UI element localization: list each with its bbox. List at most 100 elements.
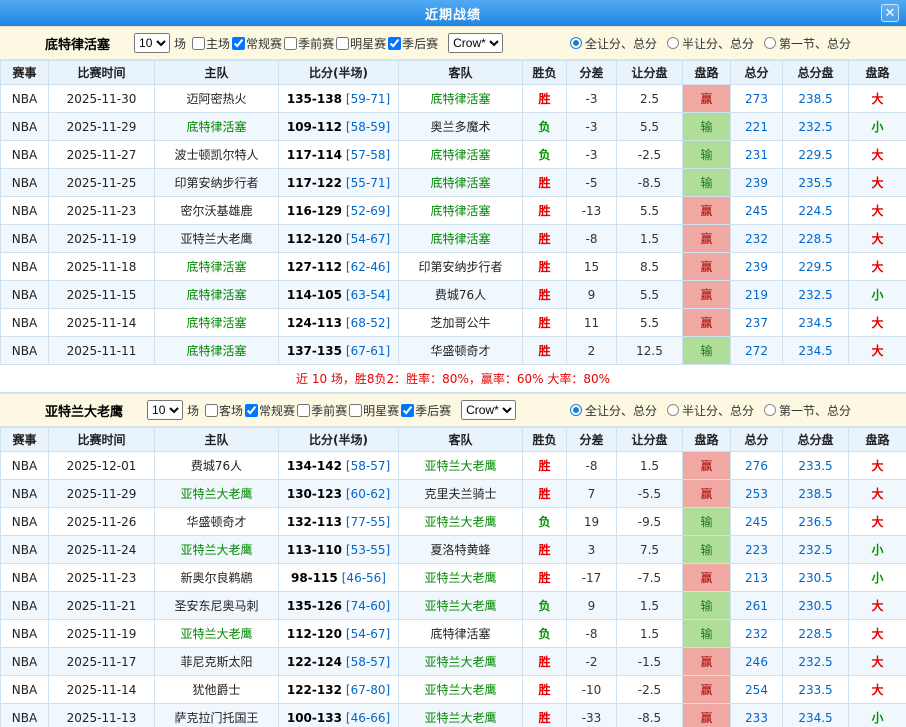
- final-score: 124-113: [287, 316, 342, 330]
- score-cell: 122-132[67-80]: [279, 676, 399, 704]
- total-points-cell: 232: [731, 620, 783, 648]
- filter-away[interactable]: 客场: [205, 402, 243, 419]
- over-under-cell: 大: [849, 169, 906, 197]
- filter-allstar[interactable]: 明星赛: [349, 402, 399, 419]
- games-count-select[interactable]: 10: [134, 33, 170, 53]
- filter-playoffs[interactable]: 季后赛: [401, 402, 451, 419]
- half-score: [74-60]: [346, 599, 390, 613]
- col-diff: 分差: [567, 428, 617, 452]
- handicap-result-cell: 赢: [683, 452, 731, 480]
- handicap-result-cell: 输: [683, 592, 731, 620]
- radio-full-handicap-total[interactable]: 全让分、总分: [570, 402, 657, 419]
- final-score: 112-120: [287, 232, 342, 246]
- handicap-line-cell: 5.5: [617, 309, 683, 337]
- final-score: 116-129: [287, 204, 342, 218]
- team-section-pistons: 底特律活塞 10 场 主场 常规赛 季前赛 明星赛: [0, 26, 906, 393]
- game-row: NBA2025-11-24亚特兰大老鹰113-110[53-55]夏洛特黄蜂胜3…: [1, 536, 906, 564]
- col-total: 总分: [731, 61, 783, 85]
- handicap-line-cell: -7.5: [617, 564, 683, 592]
- date-cell: 2025-11-29: [49, 480, 155, 508]
- checkbox-label: 常规赛: [259, 402, 295, 419]
- half-score: [46-66]: [346, 711, 390, 725]
- total-points-cell: 239: [731, 169, 783, 197]
- filter-playoffs[interactable]: 季后赛: [388, 35, 438, 52]
- over-under-cell: 小: [849, 281, 906, 309]
- handicap-line-cell: 12.5: [617, 337, 683, 365]
- games-count-select[interactable]: 10: [147, 400, 183, 420]
- point-diff-cell: 7: [567, 480, 617, 508]
- total-points-cell: 237: [731, 309, 783, 337]
- preseason-checkbox[interactable]: [297, 404, 310, 417]
- date-cell: 2025-11-11: [49, 337, 155, 365]
- filter-allstar[interactable]: 明星赛: [336, 35, 386, 52]
- away-checkbox[interactable]: [205, 404, 218, 417]
- playoffs-checkbox[interactable]: [388, 37, 401, 50]
- radio-icon: [570, 37, 582, 49]
- handicap-result-cell: 输: [683, 141, 731, 169]
- handicap-result-cell: 赢: [683, 225, 731, 253]
- game-row: NBA2025-11-23新奥尔良鹈鹕98-115[46-56]亚特兰大老鹰胜-…: [1, 564, 906, 592]
- game-row: NBA2025-11-25印第安纳步行者117-122[55-71]底特律活塞胜…: [1, 169, 906, 197]
- filter-regular-season[interactable]: 常规赛: [232, 35, 282, 52]
- filter-preseason[interactable]: 季前赛: [297, 402, 347, 419]
- titlebar: 近期战绩 ✕: [0, 0, 906, 26]
- radio-half-handicap-total[interactable]: 半让分、总分: [667, 35, 754, 52]
- score-cell: 117-114[57-58]: [279, 141, 399, 169]
- total-points-cell: 253: [731, 480, 783, 508]
- half-score: [46-56]: [342, 571, 386, 585]
- away-team-cell: 底特律活塞: [399, 225, 523, 253]
- date-cell: 2025-11-21: [49, 592, 155, 620]
- point-diff-cell: 11: [567, 309, 617, 337]
- filter-home[interactable]: 主场: [192, 35, 230, 52]
- bookmaker-select[interactable]: Crow*: [448, 33, 503, 53]
- radio-full-handicap-total[interactable]: 全让分、总分: [570, 35, 657, 52]
- game-row: NBA2025-11-29亚特兰大老鹰130-123[60-62]克里夫兰骑士胜…: [1, 480, 906, 508]
- league-cell: NBA: [1, 564, 49, 592]
- regular-season-checkbox[interactable]: [232, 37, 245, 50]
- preseason-checkbox[interactable]: [284, 37, 297, 50]
- checkbox-label: 季前赛: [298, 35, 334, 52]
- team-name: 底特律活塞: [45, 34, 110, 53]
- result-cell: 负: [523, 113, 567, 141]
- away-team-cell: 底特律活塞: [399, 141, 523, 169]
- date-cell: 2025-11-15: [49, 281, 155, 309]
- over-under-cell: 大: [849, 253, 906, 281]
- total-line-cell: 233.5: [783, 676, 849, 704]
- allstar-checkbox[interactable]: [336, 37, 349, 50]
- handicap-line-cell: 2.5: [617, 85, 683, 113]
- allstar-checkbox[interactable]: [349, 404, 362, 417]
- away-team-cell: 夏洛特黄蜂: [399, 536, 523, 564]
- bookmaker-select[interactable]: Crow*: [461, 400, 516, 420]
- over-under-cell: 大: [849, 225, 906, 253]
- recent-results-window: 近期战绩 ✕ 底特律活塞 10 场 主场 常规赛 季前赛 明: [0, 0, 906, 727]
- regular-season-checkbox[interactable]: [245, 404, 258, 417]
- result-cell: 胜: [523, 536, 567, 564]
- date-cell: 2025-11-19: [49, 225, 155, 253]
- date-cell: 2025-11-30: [49, 85, 155, 113]
- filter-regular-season[interactable]: 常规赛: [245, 402, 295, 419]
- game-row: NBA2025-11-21圣安东尼奥马刺135-126[74-60]亚特兰大老鹰…: [1, 592, 906, 620]
- away-team-cell: 费城76人: [399, 281, 523, 309]
- away-team-cell: 华盛顿奇才: [399, 337, 523, 365]
- col-date: 比赛时间: [49, 61, 155, 85]
- league-cell: NBA: [1, 452, 49, 480]
- game-row: NBA2025-11-27波士顿凯尔特人117-114[57-58]底特律活塞负…: [1, 141, 906, 169]
- away-team-cell: 印第安纳步行者: [399, 253, 523, 281]
- filter-preseason[interactable]: 季前赛: [284, 35, 334, 52]
- playoffs-checkbox[interactable]: [401, 404, 414, 417]
- point-diff-cell: -17: [567, 564, 617, 592]
- final-score: 135-126: [287, 599, 342, 613]
- radio-q1-handicap-total[interactable]: 第一节、总分: [764, 35, 851, 52]
- home-checkbox[interactable]: [192, 37, 205, 50]
- handicap-result-cell: 输: [683, 536, 731, 564]
- close-icon[interactable]: ✕: [881, 4, 899, 22]
- stat-mode-radios: 全让分、总分 半让分、总分 第一节、总分: [570, 402, 851, 419]
- radio-half-handicap-total[interactable]: 半让分、总分: [667, 402, 754, 419]
- result-cell: 胜: [523, 704, 567, 727]
- checkbox-label: 明星赛: [350, 35, 386, 52]
- point-diff-cell: -8: [567, 225, 617, 253]
- radio-q1-handicap-total[interactable]: 第一节、总分: [764, 402, 851, 419]
- results-table: 赛事 比赛时间 主队 比分(半场) 客队 胜负 分差 让分盘 盘路 总分 总分盘…: [0, 60, 906, 365]
- final-score: 127-112: [287, 260, 342, 274]
- half-score: [67-61]: [346, 344, 390, 358]
